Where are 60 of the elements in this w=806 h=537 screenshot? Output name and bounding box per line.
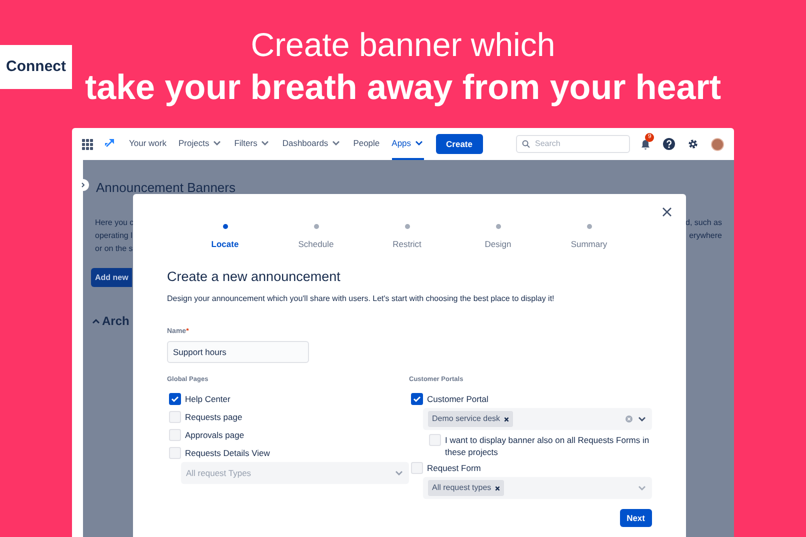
headline: Create banner which [250, 25, 556, 65]
close-icon[interactable] [662, 207, 672, 217]
checkbox[interactable] [169, 447, 181, 460]
search-icon [522, 140, 530, 148]
logo-icon[interactable] [103, 138, 115, 150]
search-field[interactable]: Search [516, 135, 630, 153]
add-new-button[interactable]: Add new [91, 268, 132, 287]
checkmark-icon [413, 395, 421, 404]
modal-description: Design your announcement which you'll share with users. Let's start with choosing the best place to display it! [167, 293, 556, 305]
page-text: or on the s [95, 243, 134, 255]
remove-icon[interactable] [504, 416, 510, 422]
step[interactable]: Restrict [362, 224, 452, 251]
checkbox-label: Approvals page [185, 428, 244, 442]
checkbox-label: Requests Details View [185, 446, 270, 460]
search-input[interactable]: Search [535, 138, 615, 150]
checkbox[interactable] [169, 393, 181, 406]
headline: take your breath away from your heart [84, 67, 722, 109]
chevron-up-icon [92, 318, 100, 324]
nav-item[interactable]: Projects [178, 128, 222, 160]
avatar[interactable] [711, 138, 724, 150]
help-icon[interactable] [663, 138, 675, 150]
remove-icon[interactable] [495, 486, 500, 491]
request-types-select[interactable]: All request types [423, 477, 652, 500]
tag: All request types [428, 480, 504, 496]
modal-title: Create a new announcement [167, 268, 342, 286]
section-title: Arch [102, 313, 130, 330]
bell-icon[interactable] [640, 138, 651, 150]
checkbox-label: I want to display banner also on all Requests Forms in these projects [445, 434, 650, 458]
step[interactable]: Schedule [270, 224, 362, 251]
project-select[interactable]: Demo service desk [423, 408, 652, 430]
checkbox-label: Help Center [185, 392, 230, 406]
page-text: operating l [95, 230, 134, 242]
nav-item[interactable]: Filters [234, 128, 270, 160]
checkbox-label: Requests page [185, 410, 242, 424]
step[interactable]: Design [452, 224, 544, 251]
page-text: Here you c [95, 217, 135, 229]
step[interactable]: Locate [180, 224, 270, 251]
checkbox[interactable] [169, 429, 181, 442]
name-field[interactable]: Support hours [167, 340, 309, 362]
checkbox[interactable] [429, 434, 441, 446]
checkbox-label: Request Form [427, 462, 481, 475]
page-text: d, such as [686, 217, 722, 229]
checkbox[interactable] [411, 462, 423, 474]
create-button[interactable]: Create [436, 134, 482, 154]
checkbox[interactable] [411, 393, 423, 406]
settings-icon[interactable] [687, 138, 699, 150]
page-text: erywhere [689, 230, 722, 242]
checkbox[interactable] [169, 411, 181, 424]
nav-item[interactable]: Dashboards [282, 128, 342, 160]
step[interactable]: Summary [544, 224, 634, 251]
page-title: Announcement Banners [96, 181, 236, 195]
nav-item[interactable]: Your work [129, 128, 166, 160]
checkbox-label: Customer Portal [427, 392, 488, 406]
nav-item[interactable]: People [353, 128, 380, 160]
brand-badge: Connect [0, 45, 72, 89]
app-grid-icon[interactable] [82, 138, 93, 150]
chevron-right-icon [80, 182, 86, 188]
tag: Demo service desk [428, 411, 514, 428]
checkmark-icon [171, 395, 179, 404]
next-button[interactable]: Next [620, 509, 652, 528]
